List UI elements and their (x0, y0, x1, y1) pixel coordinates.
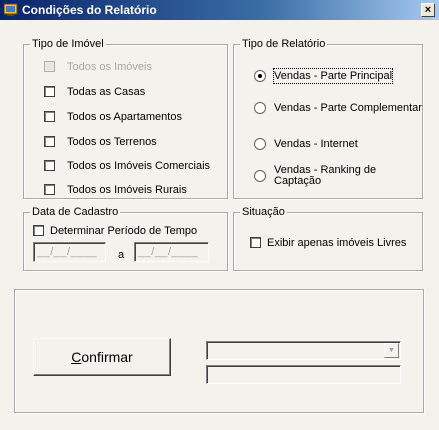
checkbox-label: Todos os Imóveis (67, 61, 152, 73)
property-type-legend: Tipo de Imóvel (30, 37, 106, 51)
date-from-field[interactable]: __/__/____ (33, 242, 106, 262)
checkbox-label: Todos os Imóveis Rurais (67, 184, 187, 196)
checkbox-label: Exibir apenas imóveis Livres (267, 237, 407, 249)
checkbox-all-properties[interactable]: Todos os Imóveis (44, 60, 152, 74)
option-combo[interactable]: ▼ (206, 341, 401, 360)
checkbox-label: Todas as Casas (67, 86, 146, 98)
checkbox-all-lands[interactable]: Todos os Terrenos (44, 135, 157, 149)
checkbox-box[interactable] (44, 160, 55, 171)
title-bar: Condições do Relatório × (0, 0, 439, 20)
checkbox-all-commercial[interactable]: Todos os Imóveis Comerciais (44, 159, 210, 173)
status-group: Situação Exibir apenas imóveis Livres (233, 205, 423, 271)
radio-label: Vendas - Internet (274, 138, 358, 150)
registration-date-group: Data de Cadastro Determinar Período de T… (23, 205, 228, 271)
confirm-button[interactable]: Confirmar (33, 338, 171, 376)
checkbox-label: Todos os Terrenos (67, 136, 157, 148)
checkbox-box[interactable] (250, 237, 261, 248)
checkbox-label: Determinar Período de Tempo (50, 225, 198, 237)
checkbox-box[interactable] (44, 184, 55, 195)
property-type-group: Tipo de Imóvel Todos os Imóveis Todas as… (23, 37, 228, 199)
checkbox-box[interactable] (44, 86, 55, 97)
checkbox-box[interactable] (33, 225, 44, 236)
radio-button[interactable] (254, 70, 266, 82)
footer-panel: Confirmar ▼ (14, 289, 424, 413)
radio-label-line2: Captação (274, 175, 322, 187)
checkbox-all-apartments[interactable]: Todos os Apartamentos (44, 110, 182, 124)
checkbox-time-period[interactable]: Determinar Período de Tempo (33, 224, 197, 238)
checkbox-all-houses[interactable]: Todas as Casas (44, 85, 145, 99)
radio-label: Vendas - Parte Complementar (274, 102, 422, 114)
checkbox-label: Todos os Apartamentos (67, 111, 182, 123)
checkbox-label: Todos os Imóveis Comerciais (67, 160, 211, 172)
window-title: Condições do Relatório (22, 3, 157, 17)
radio-button[interactable] (254, 102, 266, 114)
checkbox-box[interactable] (44, 111, 55, 122)
report-type-group: Tipo de Relatório Vendas - Parte Princip… (233, 37, 423, 199)
chevron-down-icon[interactable]: ▼ (384, 343, 399, 358)
close-button[interactable]: × (421, 3, 435, 17)
radio-label: Vendas - Parte Principal (272, 68, 394, 84)
radio-button[interactable] (254, 138, 266, 150)
app-icon (4, 3, 18, 16)
date-separator: a (118, 249, 125, 261)
radio-button[interactable] (254, 170, 266, 182)
checkbox-all-rural[interactable]: Todos os Imóveis Rurais (44, 183, 187, 197)
radio-label: Vendas - Ranking de Captação (274, 165, 376, 187)
text-field[interactable] (206, 365, 401, 384)
radio-sales-ranking[interactable]: Vendas - Ranking de Captação (254, 165, 376, 187)
registration-date-legend: Data de Cadastro (30, 205, 121, 219)
radio-sales-complementary[interactable]: Vendas - Parte Complementar (254, 101, 422, 115)
date-to-field[interactable]: __/__/____ (134, 242, 209, 262)
confirm-label-rest: onfirmar (81, 349, 133, 365)
checkbox-box[interactable] (44, 61, 55, 72)
checkbox-only-available[interactable]: Exibir apenas imóveis Livres (250, 236, 406, 250)
radio-sales-internet[interactable]: Vendas - Internet (254, 137, 358, 151)
report-type-legend: Tipo de Relatório (240, 37, 328, 51)
status-legend: Situação (240, 205, 287, 219)
radio-sales-main[interactable]: Vendas - Parte Principal (254, 68, 394, 84)
report-conditions-dialog: Condições do Relatório × Tipo de Imóvel … (0, 0, 439, 430)
checkbox-box[interactable] (44, 136, 55, 147)
confirm-label-accelerator: C (71, 349, 82, 365)
